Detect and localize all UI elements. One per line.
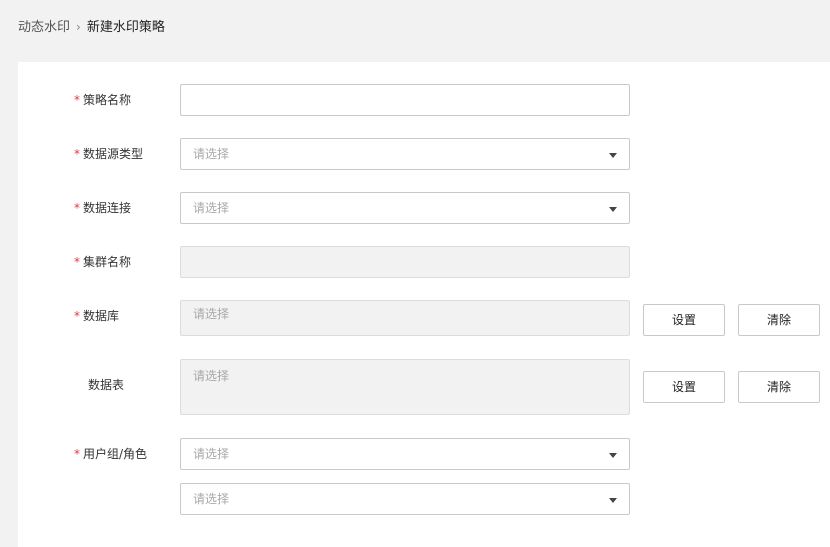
left-divider <box>0 50 6 547</box>
datasource-type-placeholder: 请选择 <box>193 147 230 161</box>
required-mark: * <box>74 309 80 323</box>
role-placeholder: 请选择 <box>193 492 230 506</box>
required-mark: * <box>74 93 80 107</box>
user-group-role-label: * 用户组/角色 <box>74 447 148 461</box>
chevron-down-icon <box>609 153 617 158</box>
form-card: * 策略名称 * 数据源类型 请选择 * 数据连接 请选择 * 集群名称 * 数据库 请选… <box>18 62 830 547</box>
role-select[interactable]: 请选择 <box>180 483 630 515</box>
user-group-placeholder: 请选择 <box>193 447 230 461</box>
required-mark: * <box>74 447 80 461</box>
policy-name-input[interactable] <box>180 84 630 116</box>
data-connection-select[interactable]: 请选择 <box>180 192 630 224</box>
datasource-type-select[interactable]: 请选择 <box>180 138 630 170</box>
database-set-button[interactable]: 设置 <box>643 304 725 336</box>
data-table-set-button[interactable]: 设置 <box>643 371 725 403</box>
database-label: * 数据库 <box>74 309 120 323</box>
policy-name-label: * 策略名称 <box>74 93 132 107</box>
data-connection-placeholder: 请选择 <box>193 201 230 215</box>
breadcrumb-root-link[interactable]: 动态水印 <box>18 20 70 35</box>
user-group-select[interactable]: 请选择 <box>180 438 630 470</box>
data-table-field: 请选择 <box>180 359 630 415</box>
database-field: 请选择 <box>180 300 630 336</box>
cluster-name-input <box>180 246 630 278</box>
datasource-type-label: * 数据源类型 <box>74 147 144 161</box>
breadcrumb-separator-icon: › <box>76 20 81 34</box>
data-table-placeholder: 请选择 <box>193 369 230 383</box>
cluster-name-label: * 集群名称 <box>74 255 132 269</box>
chevron-down-icon <box>609 498 617 503</box>
database-clear-button[interactable]: 清除 <box>738 304 820 336</box>
required-mark: * <box>74 147 80 161</box>
database-placeholder: 请选择 <box>193 307 230 321</box>
required-mark: * <box>74 255 80 269</box>
breadcrumb: 动态水印 › 新建水印策略 <box>18 18 165 36</box>
breadcrumb-current: 新建水印策略 <box>86 20 165 35</box>
data-connection-label: * 数据连接 <box>74 201 132 215</box>
chevron-down-icon <box>609 207 617 212</box>
page-header: 动态水印 › 新建水印策略 <box>0 0 830 50</box>
chevron-down-icon <box>609 453 617 458</box>
data-table-clear-button[interactable]: 清除 <box>738 371 820 403</box>
data-table-label: 数据表 <box>88 378 125 392</box>
required-mark: * <box>74 201 80 215</box>
